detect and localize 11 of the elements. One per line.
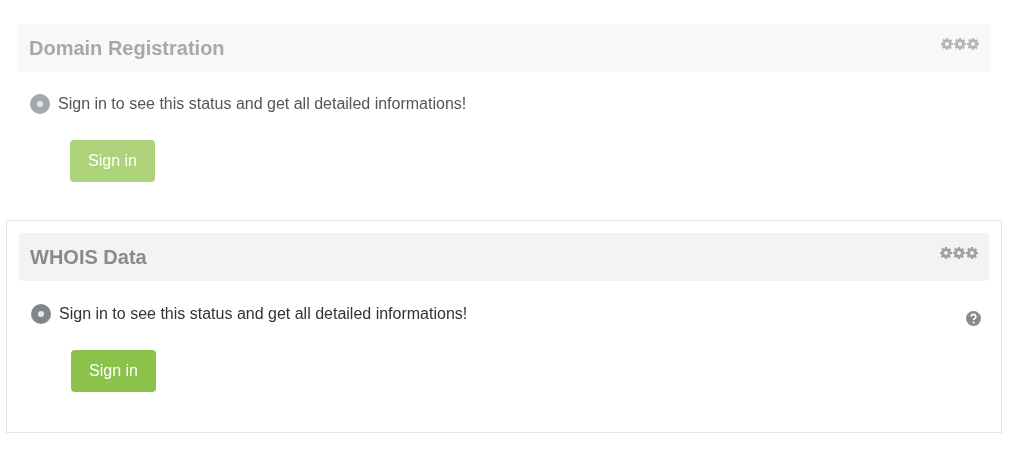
status-disc-icon	[31, 303, 51, 324]
gear-icons[interactable]	[940, 247, 978, 259]
sign-in-button[interactable]: Sign in	[71, 350, 156, 392]
sign-in-message: Sign in to see this status and get all detailed informations!	[59, 303, 468, 324]
panel-title: WHOIS Data	[30, 245, 147, 270]
help-icon[interactable]	[966, 311, 981, 326]
sign-in-message: Sign in to see this status and get all detailed informations!	[58, 94, 467, 114]
sign-in-button[interactable]: Sign in	[70, 140, 155, 182]
gear-icons[interactable]	[941, 38, 979, 50]
status-disc-icon	[30, 94, 50, 114]
panel-title: Domain Registration	[29, 36, 225, 61]
